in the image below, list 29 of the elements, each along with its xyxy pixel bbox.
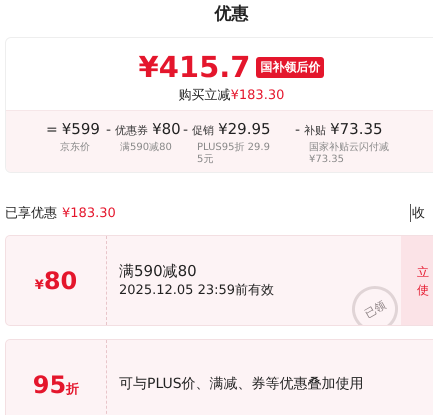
breakdown-label: 补贴 [304, 123, 326, 138]
breakdown-label: 优惠券 [115, 123, 148, 138]
price-tag: 国补领后价 [256, 56, 324, 78]
coupon-text: 可与PLUS价、满减、券等优惠叠加使用 [119, 375, 364, 394]
collapse-link[interactable]: 收 [410, 204, 425, 222]
coupon-value: 95折 [32, 370, 80, 398]
operator: - [183, 122, 188, 138]
breakdown-note: PLUS95折 29.95元 [197, 142, 271, 166]
summary-label: 已享优惠 [5, 205, 57, 222]
coupon-text: 2025.12.05 23:59前有效 [119, 282, 274, 300]
reduction-amount: ¥183.30 [230, 88, 284, 103]
breakdown-note: 满590减80 [120, 142, 173, 154]
breakdown-note: 京东价 [60, 142, 91, 154]
breakdown-label: 促销 [192, 123, 214, 138]
final-price: ¥415.7 [138, 50, 250, 84]
use-now-button[interactable]: 立 使 [401, 236, 433, 325]
breakdown-amount: ¥80 [152, 120, 181, 138]
breakdown-note: 国家补贴云闪付减¥73.35 [309, 142, 390, 166]
coupon-value: ¥80 [34, 266, 78, 294]
coupon-text: 满590减80 [119, 262, 198, 280]
operator: - [106, 122, 112, 138]
breakdown-amount: ¥29.95 [218, 120, 271, 138]
operator: - [295, 122, 300, 138]
reduction-label: 购买立减 [178, 88, 231, 103]
summary-amount: ¥183.30 [62, 206, 116, 220]
breakdown-amount: ¥599 [62, 120, 100, 138]
operator: = [46, 122, 58, 138]
breakdown-amount: ¥73.35 [330, 120, 383, 138]
page-title: 优惠 [213, 3, 250, 26]
